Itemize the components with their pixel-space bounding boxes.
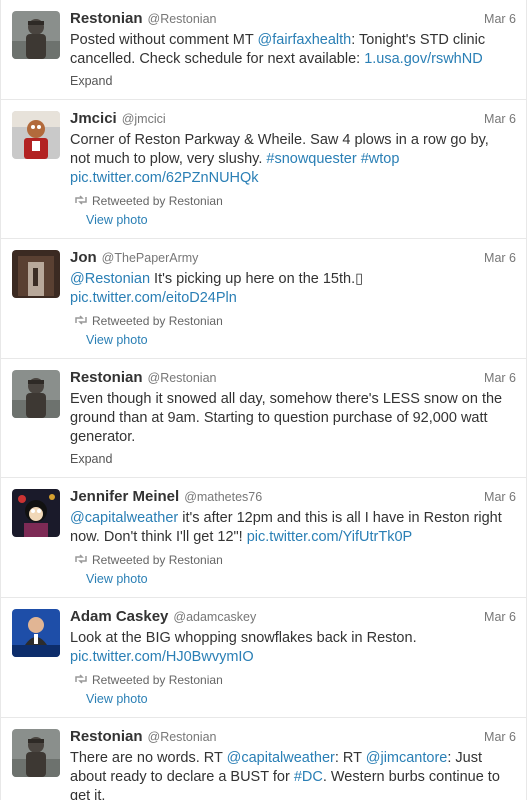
tweet-link[interactable]: @capitalweather: [70, 510, 178, 526]
user-handle[interactable]: @ThePaperArmy: [102, 251, 199, 265]
tweet-text-segment: Look at the BIG whopping snowflakes back…: [70, 630, 417, 646]
tweet-item[interactable]: Adam Caskey @adamcaskey Mar 6 Look at the B…: [1, 598, 526, 718]
tweet-timeline: Restonian @Restonian Mar 6 Posted without c…: [0, 0, 527, 800]
tweet-text-segment: Even though it snowed all day, somehow t…: [70, 391, 503, 445]
retweeted-by: Retweeted by Restonian: [75, 673, 512, 687]
tweet-header: Restonian @Restonian: [70, 369, 512, 389]
view-photo-link[interactable]: View photo: [86, 692, 148, 706]
tweet-text: Look at the BIG whopping snowflakes back…: [70, 629, 512, 667]
user-handle[interactable]: @adamcaskey: [173, 610, 256, 624]
tweet-link[interactable]: @jimcantore: [366, 750, 448, 766]
tweet-text-segment: : RT: [334, 750, 366, 766]
tweet-text-segment: There are no words. RT: [70, 750, 227, 766]
retweet-icon: [75, 674, 87, 684]
retweeted-by: Retweeted by Restonian: [75, 314, 512, 328]
expand-link[interactable]: Expand: [70, 74, 112, 88]
user-name[interactable]: Jmcici: [70, 110, 117, 127]
tweet-text: Corner of Reston Parkway & Wheile. Saw 4…: [70, 131, 512, 188]
tweet-text-segment: It's picking up here on the 15th.▯: [150, 271, 364, 287]
user-handle[interactable]: @jmcici: [122, 112, 166, 126]
tweet-link[interactable]: pic.twitter.com/YifUtrTk0P: [247, 529, 412, 545]
user-handle[interactable]: @Restonian: [148, 730, 217, 744]
tweet-item[interactable]: Restonian @Restonian Mar 6 Even though it s…: [1, 359, 526, 478]
tweet-link[interactable]: pic.twitter.com/62PZnNUHQk: [70, 170, 259, 186]
retweeted-by-label: Retweeted by Restonian: [92, 314, 223, 328]
tweet-timestamp[interactable]: Mar 6: [484, 12, 516, 26]
statue-avatar[interactable]: [12, 729, 60, 777]
tweet-header: Jon @ThePaperArmy: [70, 249, 512, 269]
tweet-timestamp[interactable]: Mar 6: [484, 251, 516, 265]
tweet-text: Even though it snowed all day, somehow t…: [70, 390, 512, 447]
statue-avatar[interactable]: [12, 370, 60, 418]
retweeted-by: Retweeted by Restonian: [75, 194, 512, 208]
retweeted-by-label: Retweeted by Restonian: [92, 553, 223, 567]
user-name[interactable]: Restonian: [70, 10, 143, 27]
retweeted-by: Retweeted by Restonian: [75, 553, 512, 567]
tweet-timestamp[interactable]: Mar 6: [484, 371, 516, 385]
tweet-timestamp[interactable]: Mar 6: [484, 490, 516, 504]
user-handle[interactable]: @Restonian: [148, 371, 217, 385]
tweet-link[interactable]: @fairfaxhealth: [258, 32, 352, 48]
view-photo-link[interactable]: View photo: [86, 333, 148, 347]
tweet-timestamp[interactable]: Mar 6: [484, 610, 516, 624]
user-name[interactable]: Adam Caskey: [70, 608, 168, 625]
tweet-header: Adam Caskey @adamcaskey: [70, 608, 512, 628]
user-handle[interactable]: @Restonian: [148, 12, 217, 26]
tweet-header: Jennifer Meinel @mathetes76: [70, 488, 512, 508]
user-name[interactable]: Restonian: [70, 369, 143, 386]
user-name[interactable]: Restonian: [70, 728, 143, 745]
tweet-text: There are no words. RT @capitalweather: …: [70, 749, 512, 800]
tweet-link[interactable]: @Restonian: [70, 271, 150, 287]
view-photo-link[interactable]: View photo: [86, 572, 148, 586]
mascot-avatar[interactable]: [12, 111, 60, 159]
tweet-text: @Restonian It's picking up here on the 1…: [70, 270, 512, 308]
tweet-timestamp[interactable]: Mar 6: [484, 730, 516, 744]
tweet-link[interactable]: pic.twitter.com/eitoD24Pln: [70, 290, 237, 306]
tweet-link[interactable]: 1.usa.gov/rswhND: [364, 51, 482, 67]
tweet-link[interactable]: #wtop: [361, 151, 400, 167]
tweet-text-segment: Posted without comment MT: [70, 32, 258, 48]
tweet-item[interactable]: Jon @ThePaperArmy Mar 6 @Restonian It's pic…: [1, 239, 526, 359]
tweet-item[interactable]: Jmcici @jmcici Mar 6 Corner of Reston Parkw…: [1, 100, 526, 239]
user-name[interactable]: Jon: [70, 249, 97, 266]
tweet-header: Restonian @Restonian: [70, 728, 512, 748]
tweet-link[interactable]: pic.twitter.com/HJ0BwvymIO: [70, 649, 254, 665]
user-name[interactable]: Jennifer Meinel: [70, 488, 179, 505]
tweet-timestamp[interactable]: Mar 6: [484, 112, 516, 126]
retweet-icon: [75, 554, 87, 564]
retweeted-by-label: Retweeted by Restonian: [92, 673, 223, 687]
tweet-link[interactable]: @capitalweather: [227, 750, 335, 766]
tweet-item[interactable]: Jennifer Meinel @mathetes76 Mar 6 @capitalw…: [1, 478, 526, 598]
news-avatar[interactable]: [12, 609, 60, 657]
user-handle[interactable]: @mathetes76: [184, 490, 262, 504]
tweet-text: Posted without comment MT @fairfaxhealth…: [70, 31, 512, 69]
retweet-icon: [75, 315, 87, 325]
tweet-link[interactable]: #snowquester: [266, 151, 356, 167]
view-photo-link[interactable]: View photo: [86, 213, 148, 227]
retweet-icon: [75, 195, 87, 205]
tweet-text: @capitalweather it's after 12pm and this…: [70, 509, 512, 547]
expand-link[interactable]: Expand: [70, 452, 112, 466]
statue-avatar[interactable]: [12, 11, 60, 59]
cartoon-avatar[interactable]: [12, 489, 60, 537]
tweet-item[interactable]: Restonian @Restonian Mar 6 There are no wor…: [1, 718, 526, 800]
retweeted-by-label: Retweeted by Restonian: [92, 194, 223, 208]
doorway-avatar[interactable]: [12, 250, 60, 298]
tweet-header: Jmcici @jmcici: [70, 110, 512, 130]
tweet-header: Restonian @Restonian: [70, 10, 512, 30]
tweet-item[interactable]: Restonian @Restonian Mar 6 Posted without c…: [1, 0, 526, 100]
tweet-link[interactable]: #DC: [294, 769, 323, 785]
